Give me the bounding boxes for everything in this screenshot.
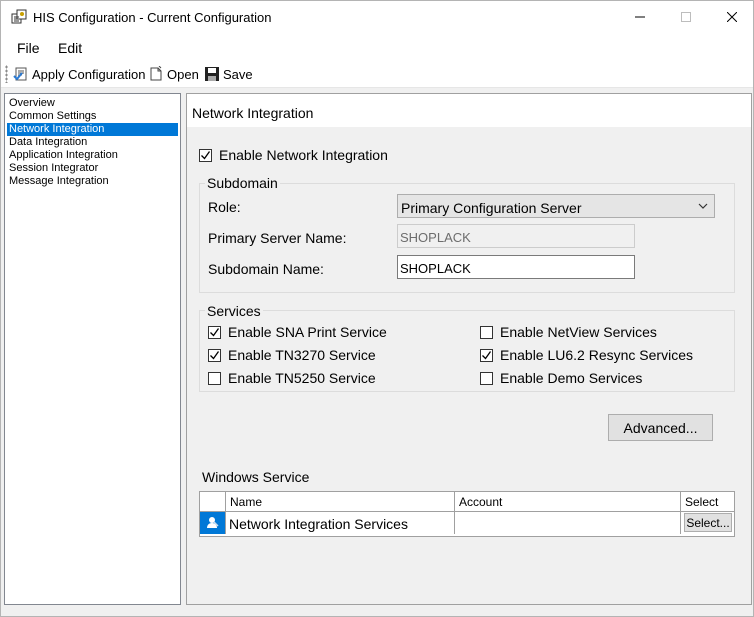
role-dropdown-value: Primary Configuration Server <box>401 200 582 216</box>
open-button[interactable]: Open <box>148 63 199 85</box>
checkbox-box <box>208 348 221 362</box>
panel-header: Network Integration <box>187 94 751 127</box>
his-app-icon <box>11 9 27 25</box>
tree-item-session-integrator[interactable]: Session Integrator <box>7 162 100 175</box>
netview-services-checkbox[interactable]: Enable NetView Services <box>480 324 657 340</box>
lu62-resync-services-checkbox[interactable]: Enable LU6.2 Resync Services <box>480 347 693 363</box>
primary-server-name-field: SHOPLACK <box>397 224 635 248</box>
sna-print-service-label: Enable SNA Print Service <box>228 324 387 340</box>
role-dropdown[interactable]: Primary Configuration Server <box>397 194 715 218</box>
toolbar: Apply Configuration Open Save <box>1 60 753 88</box>
check-mark-icon <box>482 350 492 360</box>
subdomain-name-field[interactable]: SHOPLACK <box>397 255 635 279</box>
maximize-icon <box>681 12 691 22</box>
menu-edit[interactable]: Edit <box>58 40 82 56</box>
minimize-icon <box>635 16 645 18</box>
app-window: HIS Configuration - Current Configuratio… <box>0 0 754 617</box>
chevron-down-icon <box>698 203 708 209</box>
window-title: HIS Configuration - Current Configuratio… <box>33 10 272 25</box>
save-label: Save <box>223 66 253 82</box>
table-row[interactable]: Network Integration Services Select... <box>200 512 734 534</box>
checkbox-box <box>208 325 221 339</box>
tree-item-overview[interactable]: Overview <box>7 97 57 110</box>
open-file-icon <box>150 66 162 81</box>
tree-item-network-integration[interactable]: Network Integration <box>7 123 178 136</box>
tree-item-data-integration[interactable]: Data Integration <box>7 136 89 149</box>
checkbox-box <box>208 371 221 385</box>
menu-bar: File Edit <box>1 34 753 60</box>
maximize-button[interactable] <box>663 1 709 33</box>
tree-item-application-integration[interactable]: Application Integration <box>7 149 120 162</box>
sna-print-service-checkbox[interactable]: Enable SNA Print Service <box>208 324 387 340</box>
check-mark-icon <box>210 327 220 337</box>
service-name-cell[interactable]: Network Integration Services <box>226 512 455 534</box>
open-label: Open <box>167 66 199 82</box>
role-label: Role: <box>208 199 241 215</box>
apply-configuration-button[interactable]: Apply Configuration <box>13 63 145 85</box>
checkbox-box <box>199 148 212 162</box>
checkbox-box <box>480 371 493 385</box>
checkbox-box <box>480 325 493 339</box>
subdomain-name-label: Subdomain Name: <box>208 261 324 277</box>
tn3270-service-label: Enable TN3270 Service <box>228 347 376 363</box>
tree-item-common-settings[interactable]: Common Settings <box>7 110 98 123</box>
demo-services-label: Enable Demo Services <box>500 370 643 386</box>
tn5250-service-label: Enable TN5250 Service <box>228 370 376 386</box>
service-user-icon <box>207 517 219 528</box>
check-mark-icon <box>210 350 220 360</box>
tn5250-service-checkbox[interactable]: Enable TN5250 Service <box>208 370 376 386</box>
grid-column-account[interactable]: Account <box>455 492 681 512</box>
service-select-button[interactable]: Select... <box>684 513 732 532</box>
apply-configuration-label: Apply Configuration <box>32 66 146 82</box>
panel-title: Network Integration <box>192 105 314 121</box>
title-bar: HIS Configuration - Current Configuratio… <box>1 1 753 34</box>
minimize-button[interactable] <box>617 1 663 33</box>
toolbar-grip[interactable] <box>5 65 8 83</box>
advanced-button[interactable]: Advanced... <box>608 414 713 441</box>
subdomain-group-label: Subdomain <box>205 175 280 191</box>
check-mark-icon <box>201 150 211 160</box>
windows-service-label: Windows Service <box>202 469 310 485</box>
services-group-label: Services <box>205 303 263 319</box>
close-icon <box>727 12 737 22</box>
primary-server-name-label: Primary Server Name: <box>208 230 347 246</box>
row-header-cell[interactable] <box>200 512 226 534</box>
save-button[interactable]: Save <box>204 63 253 85</box>
tn3270-service-checkbox[interactable]: Enable TN3270 Service <box>208 347 376 363</box>
windows-service-grid: Name Account Select Network Integration … <box>199 491 735 537</box>
save-floppy-icon <box>205 67 219 81</box>
enable-network-integration-label: Enable Network Integration <box>219 147 388 163</box>
checkbox-box <box>480 348 493 362</box>
grid-header: Name Account Select <box>200 492 734 512</box>
settings-panel: Network Integration Enable Network Integ… <box>186 93 752 605</box>
apply-configuration-icon <box>13 67 27 81</box>
close-button[interactable] <box>709 1 754 33</box>
netview-services-label: Enable NetView Services <box>500 324 657 340</box>
lu62-resync-services-label: Enable LU6.2 Resync Services <box>500 347 693 363</box>
tree-item-message-integration[interactable]: Message Integration <box>7 175 111 188</box>
enable-network-integration-checkbox[interactable]: Enable Network Integration <box>199 147 388 163</box>
navigation-tree[interactable]: Overview Common Settings Network Integra… <box>4 93 181 605</box>
demo-services-checkbox[interactable]: Enable Demo Services <box>480 370 642 386</box>
menu-file[interactable]: File <box>17 40 40 56</box>
grid-corner-cell <box>200 492 226 512</box>
grid-column-name[interactable]: Name <box>226 492 455 512</box>
grid-column-select[interactable]: Select <box>681 492 734 512</box>
service-account-cell[interactable] <box>455 512 681 534</box>
